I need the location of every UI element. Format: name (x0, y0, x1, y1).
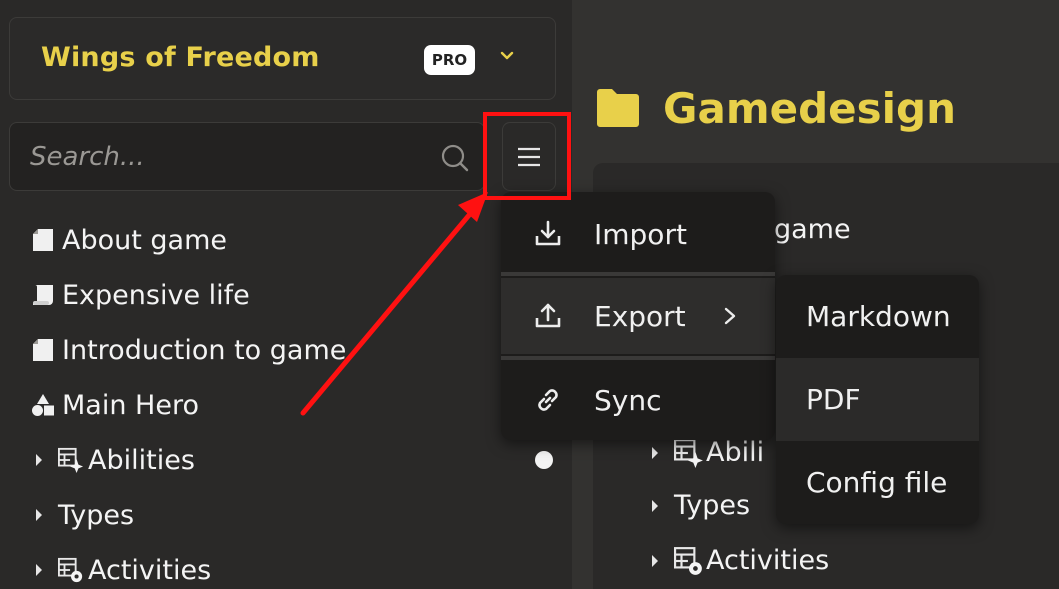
shapes-icon (30, 392, 56, 418)
tree-item-activities[interactable]: Activities (34, 550, 211, 589)
search-box (9, 122, 485, 191)
tree-item-expensive-life[interactable]: Expensive life (30, 275, 250, 315)
content-item-types[interactable]: Types (650, 490, 750, 521)
caret-right-icon[interactable] (650, 446, 660, 460)
search-icon[interactable] (440, 143, 470, 173)
caret-right-icon[interactable] (34, 508, 44, 522)
menu-item-import[interactable]: Import (501, 196, 775, 272)
database-sparkle-icon (674, 438, 703, 468)
document-icon (30, 227, 56, 253)
tree-item-introduction[interactable]: Introduction to game (30, 330, 346, 370)
tree-item-label: Expensive life (62, 279, 250, 311)
workspace-switcher[interactable]: Wings of Freedom PRO (9, 17, 556, 100)
menu-item-label: Sync (594, 383, 662, 417)
menu-item-sync[interactable]: Sync (501, 362, 775, 438)
database-gear-icon (58, 557, 84, 583)
caret-right-icon[interactable] (650, 499, 660, 513)
content-item-label: Abili (706, 437, 765, 468)
content-item-label: Types (674, 490, 751, 521)
folder-icon (597, 89, 639, 127)
workspace-name: Wings of Freedom (41, 42, 320, 73)
link-icon (538, 389, 558, 411)
tree-item-types[interactable]: Types (34, 495, 134, 535)
content-item-abilities[interactable]: Abili (650, 437, 764, 468)
search-input[interactable] (30, 139, 430, 175)
menu-item-label: Export (594, 299, 686, 333)
highlight-box (483, 112, 571, 200)
tree-item-label: Activities (88, 554, 212, 586)
document-icon (30, 337, 56, 363)
export-submenu: Markdown PDF Config file (776, 275, 979, 524)
chevron-down-icon[interactable] (499, 48, 515, 64)
menu-divider (501, 356, 775, 360)
page-title: Gamedesign (663, 84, 956, 133)
caret-right-icon[interactable] (34, 453, 44, 467)
tree-item-label: Abilities (88, 444, 195, 476)
tree-item-label: Introduction to game (62, 334, 347, 366)
tree-item-abilities[interactable]: Abilities (34, 440, 195, 480)
import-icon (535, 220, 561, 246)
content-item-label: Activities (706, 545, 830, 576)
submenu-item-config-file[interactable]: Config file (776, 441, 979, 524)
tree-item-label: Main Hero (62, 389, 199, 421)
database-gear-icon (674, 546, 702, 575)
chevron-right-icon (724, 307, 736, 325)
pro-badge: PRO (424, 45, 475, 75)
status-dot (535, 451, 553, 469)
tree-item-label: About game (62, 224, 228, 256)
sidebar: Wings of Freedom PRO About game (0, 0, 572, 589)
submenu-item-markdown[interactable]: Markdown (776, 275, 979, 358)
tree-item-about-game[interactable]: About game (30, 220, 227, 260)
content-item-about-game[interactable]: game (774, 214, 851, 245)
database-sparkle-icon (58, 447, 84, 473)
caret-right-icon[interactable] (34, 563, 44, 577)
content-item-activities[interactable]: Activities (650, 545, 829, 576)
tree-item-main-hero[interactable]: Main Hero (30, 385, 199, 425)
scroll-icon (30, 282, 56, 308)
menu-divider (501, 272, 775, 276)
menu-item-label: Import (594, 217, 687, 251)
caret-right-icon[interactable] (650, 554, 660, 568)
export-icon (535, 303, 561, 328)
submenu-item-pdf[interactable]: PDF (776, 358, 979, 441)
tree-item-label: Types (58, 499, 135, 531)
